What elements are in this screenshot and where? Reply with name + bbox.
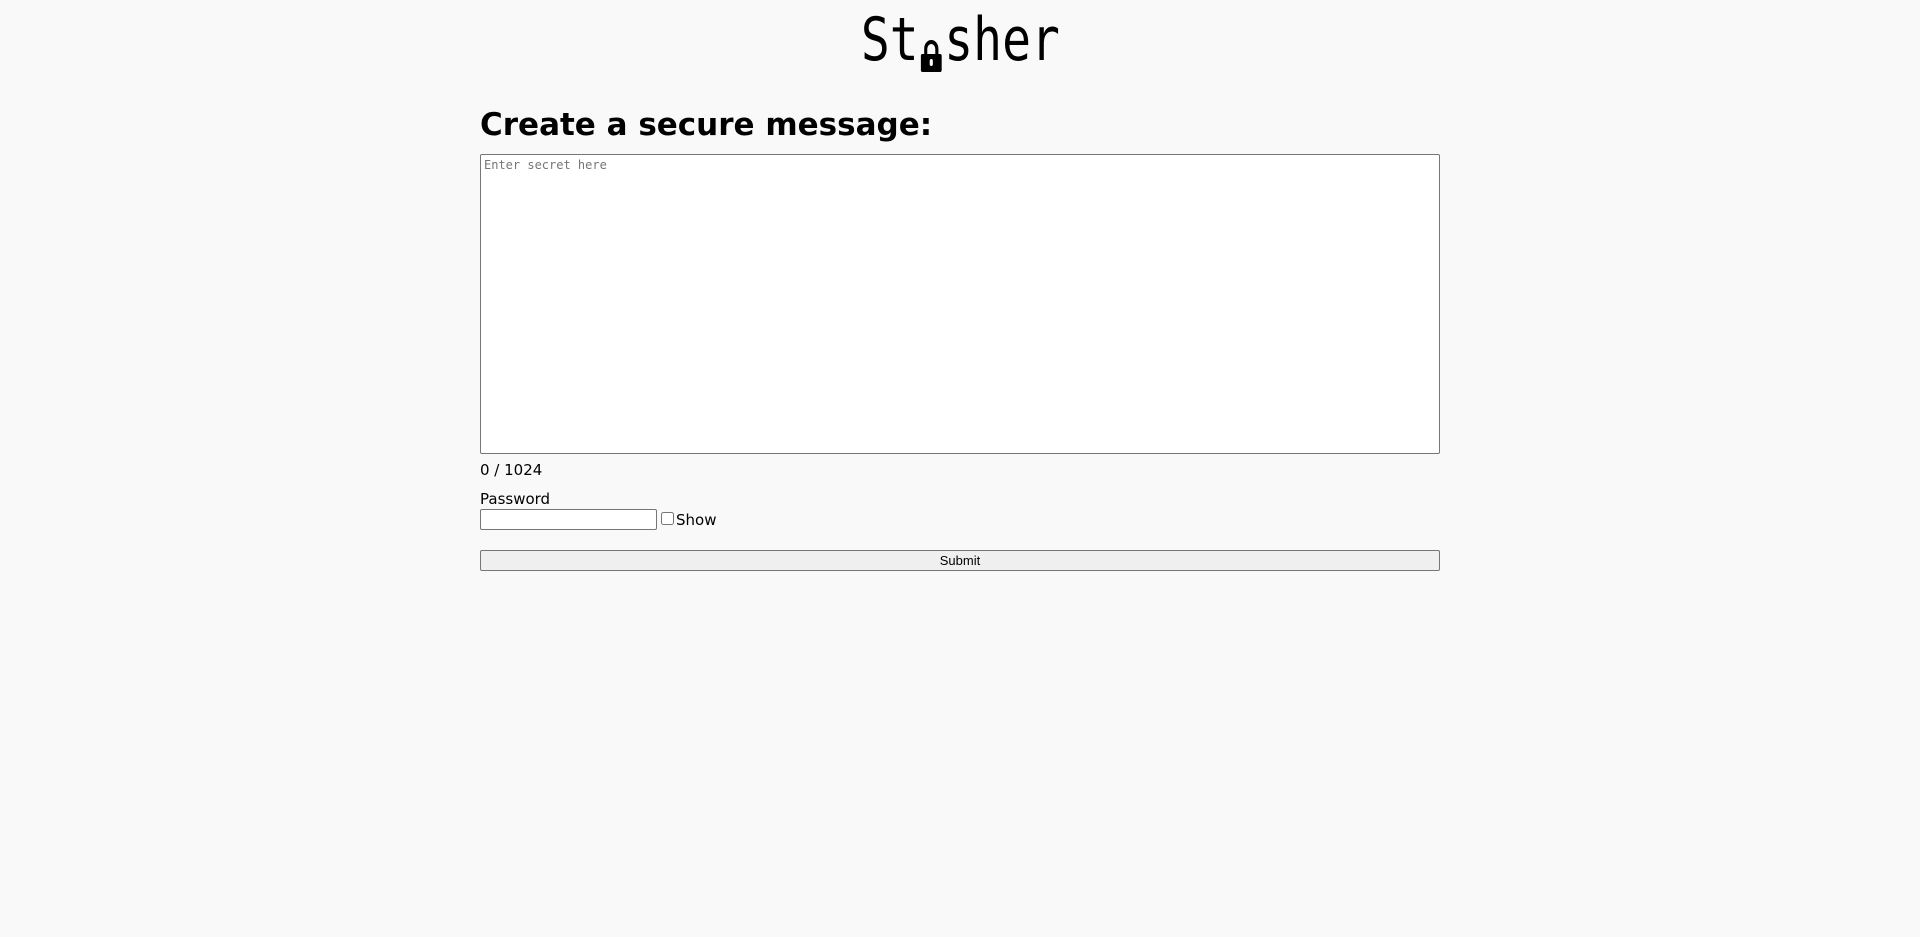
stasher-logo: St sher xyxy=(861,6,1060,72)
character-counter: 0 / 1024 xyxy=(480,461,543,479)
show-password-label[interactable]: Show xyxy=(676,511,716,529)
logo-text-left: St xyxy=(860,5,919,75)
logo-text-right: sher xyxy=(943,5,1060,75)
password-row: Show xyxy=(480,509,1440,530)
submit-button[interactable]: Submit xyxy=(480,550,1440,571)
header: St sher xyxy=(0,0,1920,72)
page-title: Create a secure message: xyxy=(480,107,933,143)
secret-textarea[interactable] xyxy=(480,154,1440,454)
secret-form: Create a secure message: 0 / 1024 Passwo… xyxy=(480,96,1440,571)
lock-icon xyxy=(920,32,942,72)
password-input[interactable] xyxy=(480,509,657,530)
show-password-checkbox[interactable] xyxy=(661,512,674,525)
password-label: Password xyxy=(480,490,551,508)
